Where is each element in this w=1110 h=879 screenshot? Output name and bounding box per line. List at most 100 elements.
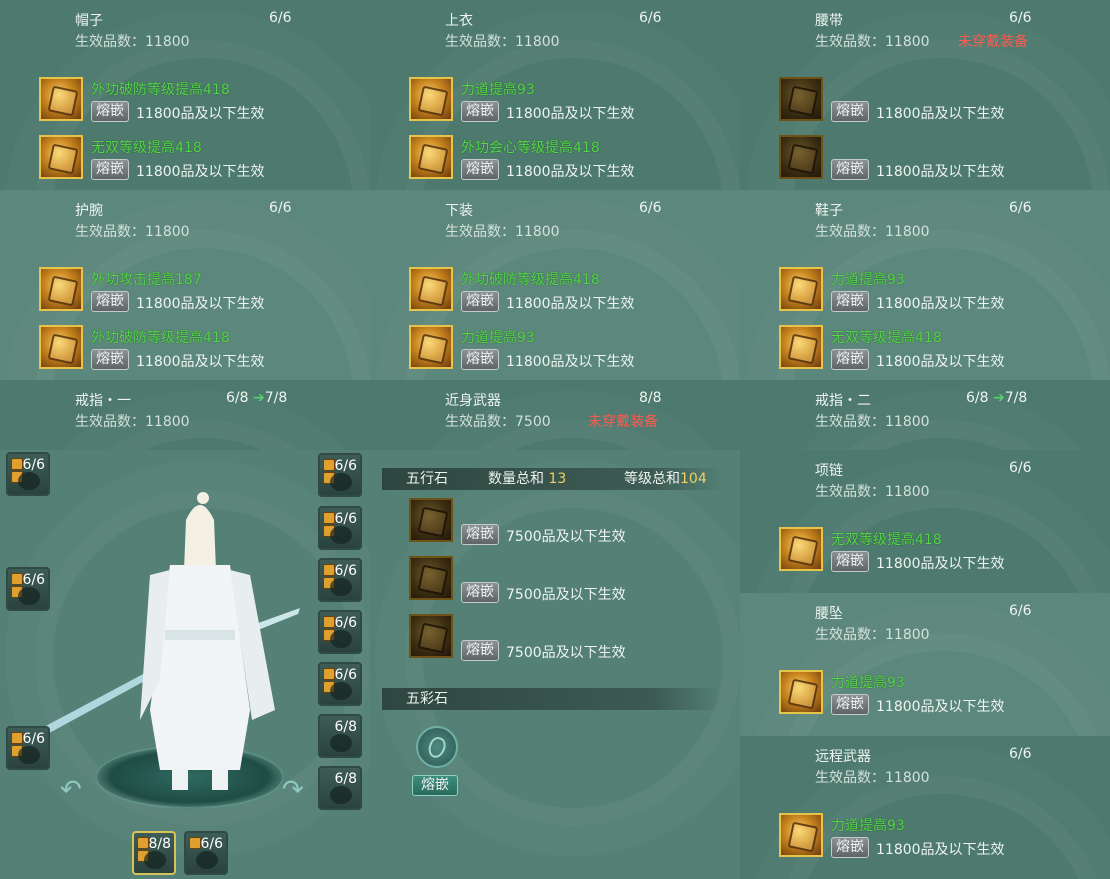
equip-name: 上衣 (445, 13, 473, 29)
equip-panel-shoes: 鞋子 6/6 生效品数：11800 力道提高93 熔嵌 11800品及以下生效 … (740, 190, 1110, 380)
wucai-stone-slot[interactable] (416, 726, 458, 768)
equip-panel-melee: 近身武器 8/8 生效品数：7500 未穿戴装备 (370, 380, 740, 450)
equip-slot[interactable]: 6/6 (318, 662, 362, 706)
equip-name: 戒指・一 (75, 393, 131, 409)
gem-attribute: 力道提高93 (831, 818, 905, 834)
grade-line: 生效品数：11800 (75, 34, 190, 50)
equip-slot[interactable]: 6/6 (318, 610, 362, 654)
gem-count: 6/6 (639, 200, 662, 216)
gem-icon[interactable] (779, 813, 823, 857)
grade-line: 生效品数：11800 (815, 34, 930, 50)
inlay-button[interactable]: 熔嵌 (831, 349, 869, 370)
gem-icon[interactable] (39, 77, 83, 121)
gem-attribute: 外功破防等级提高418 (91, 330, 230, 346)
gem-icon[interactable] (39, 135, 83, 179)
empty-gem-icon[interactable] (409, 556, 453, 600)
gem-icon[interactable] (39, 267, 83, 311)
gem-icon[interactable] (409, 325, 453, 369)
equip-name: 护腕 (75, 203, 103, 219)
wucai-title: 五彩石 (406, 691, 448, 707)
inlay-button[interactable]: 熔嵌 (461, 524, 499, 545)
equip-name: 帽子 (75, 13, 103, 29)
gem-effect: 11800品及以下生效 (876, 556, 1005, 572)
gem-attribute: 力道提高93 (461, 82, 535, 98)
equip-slot[interactable]: 6/6 (318, 506, 362, 550)
gem-icon[interactable] (779, 527, 823, 571)
inlay-button[interactable]: 熔嵌 (91, 291, 129, 312)
gem-effect: 11800品及以下生效 (136, 296, 265, 312)
inlay-button[interactable]: 熔嵌 (461, 291, 499, 312)
equip-name: 远程武器 (815, 749, 871, 765)
equip-name: 项链 (815, 463, 843, 479)
wuxing-level: 等级总和104 (624, 471, 707, 487)
empty-gem-icon[interactable] (779, 77, 823, 121)
equip-slot[interactable]: 6/6 (318, 558, 362, 602)
equip-panel-belt: 腰带 6/6 生效品数：11800 未穿戴装备 熔嵌 11800品及以下生效 熔… (740, 0, 1110, 190)
inlay-button[interactable]: 熔嵌 (461, 640, 499, 661)
equip-name: 鞋子 (815, 203, 843, 219)
equip-panel-necklace: 项链 6/6 生效品数：11800 无双等级提高418 熔嵌 11800品及以下… (740, 450, 1110, 593)
empty-gem-icon[interactable] (409, 498, 453, 542)
ranged-weapon-slot[interactable]: 6/6 (184, 831, 228, 875)
gem-icon[interactable] (779, 670, 823, 714)
gem-icon[interactable] (779, 267, 823, 311)
gem-attribute: 力道提高93 (831, 675, 905, 691)
gem-attribute: 力道提高93 (831, 272, 905, 288)
equip-name: 腰带 (815, 13, 843, 29)
equip-slot[interactable]: 6/6 (318, 453, 362, 497)
inlay-button[interactable]: 熔嵌 (461, 582, 499, 603)
gem-count: 6/6 (1009, 460, 1032, 476)
gem-count: 6/6 (269, 200, 292, 216)
inlay-button[interactable]: 熔嵌 (831, 159, 869, 180)
equip-slot[interactable]: 6/8 (318, 766, 362, 810)
gem-effect: 11800品及以下生效 (876, 106, 1005, 122)
equip-slot[interactable]: 6/8 (318, 714, 362, 758)
gem-attribute: 无双等级提高418 (831, 532, 942, 548)
wucai-inlay-button[interactable]: 熔嵌 (412, 775, 458, 796)
empty-gem-icon[interactable] (409, 614, 453, 658)
upgrade-arrow-icon: ➔ (252, 390, 265, 406)
gem-icon[interactable] (779, 325, 823, 369)
inlay-button[interactable]: 熔嵌 (91, 349, 129, 370)
equip-name: 近身武器 (445, 393, 501, 409)
grade-line: 生效品数：11800 (75, 224, 190, 240)
inlay-button[interactable]: 熔嵌 (831, 101, 869, 122)
gem-icon[interactable] (409, 77, 453, 121)
gem-effect: 11800品及以下生效 (506, 296, 635, 312)
gem-icon[interactable] (409, 267, 453, 311)
gem-count: 6/6 (1009, 746, 1032, 762)
gem-count: 6/6 (1009, 10, 1032, 26)
inlay-button[interactable]: 熔嵌 (91, 159, 129, 180)
equip-slot[interactable]: 6/6 (6, 567, 50, 611)
character-figure (10, 492, 300, 790)
gem-icon[interactable] (409, 135, 453, 179)
grade-line: 生效品数：11800 (815, 770, 930, 786)
inlay-button[interactable]: 熔嵌 (461, 101, 499, 122)
gem-count: 6/6 (269, 10, 292, 26)
gem-effect: 11800品及以下生效 (876, 842, 1005, 858)
equip-panel-ring1: 戒指・一 6/8 ➔7/8 生效品数：11800 (0, 380, 370, 450)
inlay-button[interactable]: 熔嵌 (831, 291, 869, 312)
gem-effect: 11800品及以下生效 (506, 354, 635, 370)
inlay-button[interactable]: 熔嵌 (461, 349, 499, 370)
inlay-button[interactable]: 熔嵌 (831, 694, 869, 715)
inlay-button[interactable]: 熔嵌 (831, 837, 869, 858)
inlay-button[interactable]: 熔嵌 (831, 551, 869, 572)
gem-icon[interactable] (39, 325, 83, 369)
inlay-button[interactable]: 熔嵌 (461, 159, 499, 180)
gem-attribute: 外功破防等级提高418 (91, 82, 230, 98)
gem-attribute: 无双等级提高418 (91, 140, 202, 156)
inlay-button[interactable]: 熔嵌 (91, 101, 129, 122)
equip-slot[interactable]: 6/6 (6, 726, 50, 770)
not-equipped-warning: 未穿戴装备 (588, 414, 658, 430)
wuxing-header: 五行石 数量总和 13 等级总和104 (382, 468, 722, 490)
gem-attribute: 无双等级提高418 (831, 330, 942, 346)
equip-panel-pants: 下装 6/6 生效品数：11800 外功破防等级提高418 熔嵌 11800品及… (370, 190, 740, 380)
grade-line: 生效品数：7500 (445, 414, 551, 430)
grade-line: 生效品数：11800 (815, 484, 930, 500)
gem-attribute: 外功攻击提高187 (91, 272, 202, 288)
gem-effect: 11800品及以下生效 (506, 164, 635, 180)
empty-gem-icon[interactable] (779, 135, 823, 179)
equip-slot[interactable]: 6/6 (6, 452, 50, 496)
melee-weapon-slot[interactable]: 8/8 (132, 831, 176, 875)
